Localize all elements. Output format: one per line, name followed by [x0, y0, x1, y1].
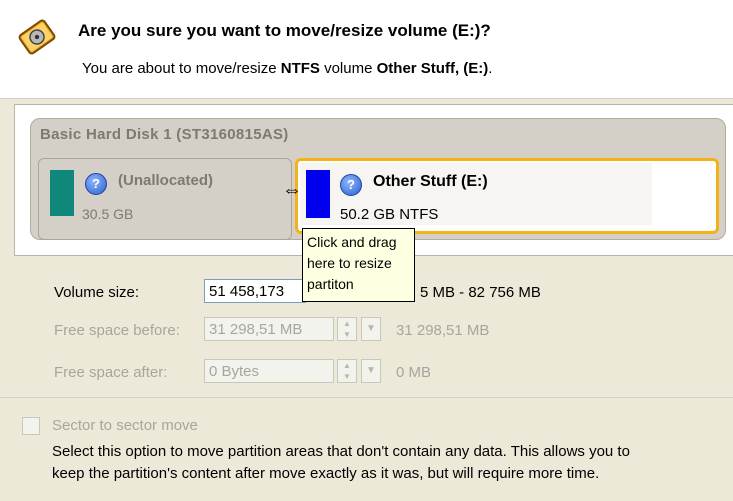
- dialog-title: Are you sure you want to move/resize vol…: [78, 21, 491, 40]
- subtitle-end: .: [488, 60, 493, 77]
- ntfs-color-bar: [306, 170, 330, 218]
- volume-size-input[interactable]: 51 458,173: [204, 279, 306, 303]
- sector-description: Select this option to move partition are…: [52, 441, 722, 485]
- resize-tooltip: Click and drag here to resize partiton: [302, 228, 415, 302]
- volume-size-label: Volume size:: [54, 284, 140, 301]
- free-space-before-label: Free space before:: [54, 322, 180, 339]
- subtitle-mid: volume: [319, 60, 377, 77]
- sector-description-line-1: Select this option to move partition are…: [52, 443, 630, 460]
- help-icon: ?: [340, 174, 362, 196]
- volume-size-range: 5 MB - 82 756 MB: [420, 284, 541, 301]
- other-stuff-size: 50.2 GB NTFS: [340, 206, 439, 223]
- disk-move-icon: [18, 19, 56, 55]
- tooltip-line-3: partiton: [307, 276, 354, 292]
- tooltip-line-2: here to resize: [307, 255, 392, 271]
- free-space-before-note: 31 298,51 MB: [396, 322, 490, 339]
- subtitle-prefix: You are about to move/resize: [82, 60, 281, 77]
- resize-handle-icon[interactable]: ⇔: [282, 180, 302, 200]
- sector-description-line-2: keep the partition's content after move …: [52, 465, 600, 482]
- free-space-after-note: 0 MB: [396, 364, 432, 381]
- sector-to-sector-label: Sector to sector move: [52, 417, 198, 434]
- subtitle-filesystem: NTFS: [280, 60, 320, 77]
- separator: [0, 397, 733, 398]
- unallocated-color-bar: [50, 170, 74, 216]
- disk-label: Basic Hard Disk 1 (ST3160815AS): [40, 126, 289, 143]
- unallocated-size: 30.5 GB: [82, 206, 134, 222]
- sector-to-sector-checkbox[interactable]: [22, 417, 40, 435]
- free-space-after-spinner[interactable]: ▲ ▼: [337, 359, 357, 383]
- free-space-after-input[interactable]: 0 Bytes: [204, 359, 334, 383]
- free-space-after-label: Free space after:: [54, 364, 168, 381]
- dialog-subtitle: You are about to move/resize NTFS volume…: [82, 60, 492, 77]
- dialog-header: [0, 0, 733, 99]
- other-stuff-label: Other Stuff (E:): [373, 173, 488, 190]
- help-icon: ?: [85, 173, 107, 195]
- free-space-after-unit-dropdown[interactable]: ▼: [361, 359, 381, 383]
- free-space-before-unit-dropdown[interactable]: ▼: [361, 317, 381, 341]
- tooltip-line-1: Click and drag: [307, 234, 397, 250]
- free-space-before-input[interactable]: 31 298,51 MB: [204, 317, 334, 341]
- subtitle-volume: Other Stuff, (E:): [376, 60, 489, 77]
- unallocated-volume[interactable]: [38, 158, 292, 240]
- unallocated-label: (Unallocated): [118, 172, 214, 189]
- free-space-before-spinner[interactable]: ▲ ▼: [337, 317, 357, 341]
